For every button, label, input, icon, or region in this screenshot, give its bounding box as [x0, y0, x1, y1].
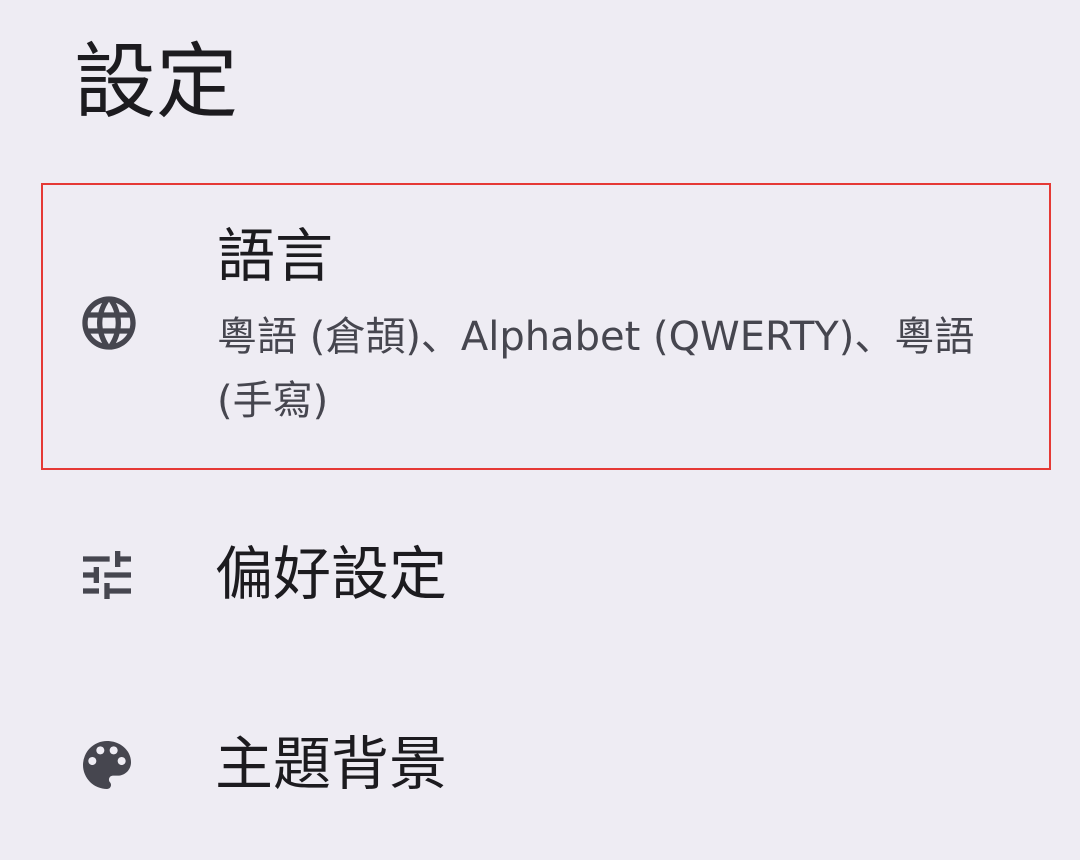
settings-item-preferences-title: 偏好設定: [215, 540, 448, 608]
settings-item-language-subtitle: 粵語 (倉頡)、Alphabet (QWERTY)、粵語 (手寫): [217, 314, 975, 424]
tune-sliders-icon: [75, 543, 139, 607]
settings-item-theme[interactable]: 主題背景: [41, 690, 1051, 840]
settings-item-language-title: 語言: [217, 222, 334, 290]
settings-item-language[interactable]: 語言 粵語 (倉頡)、Alphabet (QWERTY)、粵語 (手寫): [41, 183, 1051, 470]
settings-item-theme-title: 主題背景: [215, 730, 448, 798]
globe-icon: [77, 291, 141, 355]
page-title: 設定: [74, 35, 239, 130]
palette-icon: [75, 733, 139, 797]
settings-item-preferences[interactable]: 偏好設定: [41, 500, 1051, 650]
